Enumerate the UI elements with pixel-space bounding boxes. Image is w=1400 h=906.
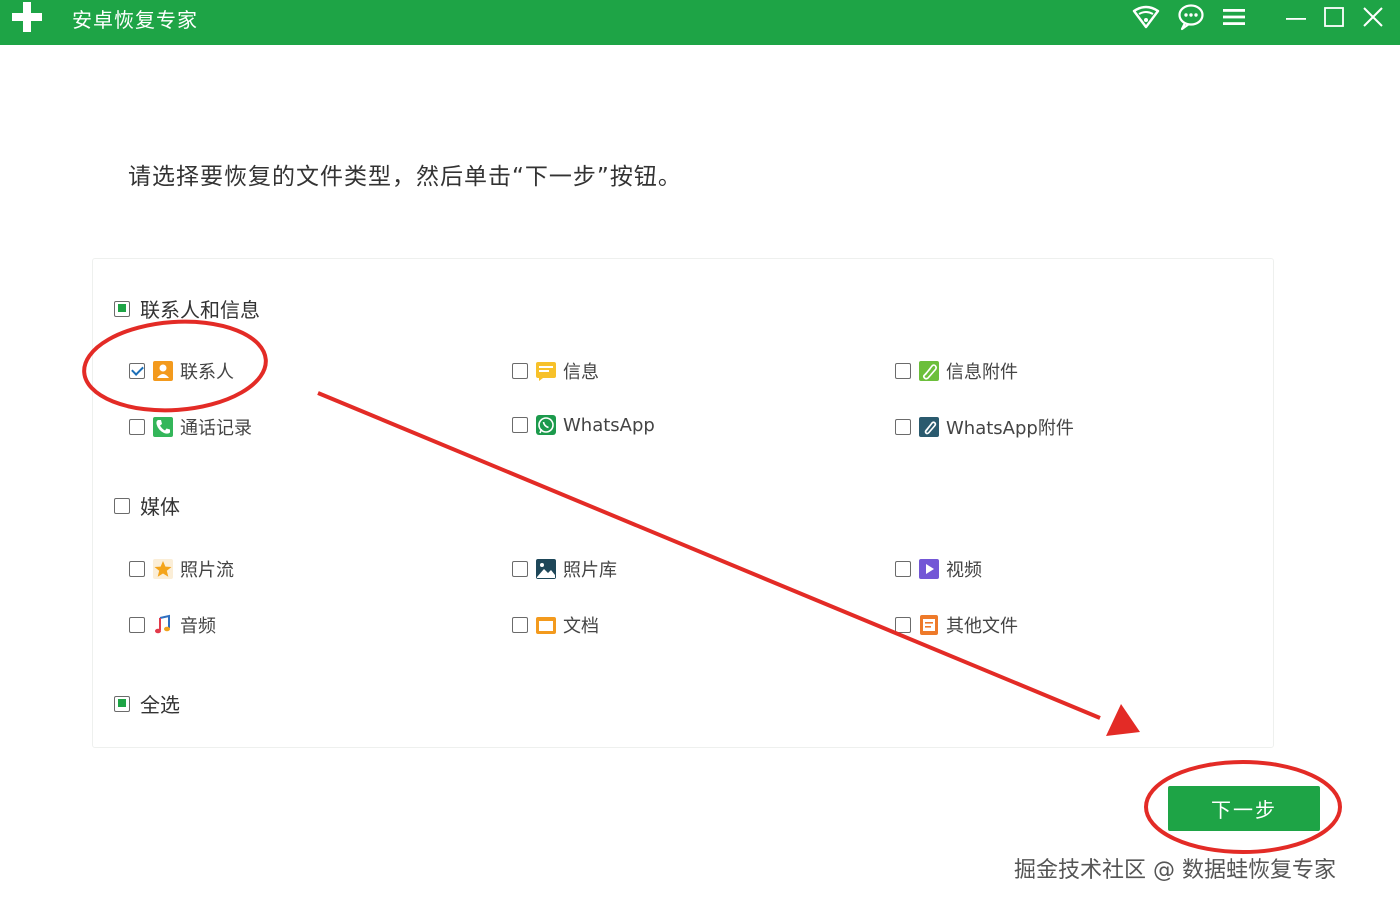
minimize-icon[interactable] [1282, 3, 1310, 31]
option-other-files[interactable]: 其他文件 [895, 612, 1018, 638]
section-label: 联系人和信息 [140, 298, 260, 322]
option-contacts[interactable]: 联系人 [129, 358, 234, 384]
window-title: 安卓恢复专家 [72, 8, 198, 32]
option-label: 照片库 [563, 560, 617, 581]
option-whatsapp[interactable]: WhatsApp [512, 414, 655, 436]
option-label: 信息附件 [946, 362, 1018, 383]
section-media[interactable]: 媒体 [114, 491, 180, 520]
phone-icon [153, 417, 173, 437]
select-all-checkbox[interactable] [114, 695, 130, 712]
select-all[interactable]: 全选 [114, 689, 180, 718]
attachment-icon [919, 361, 939, 381]
option-label: WhatsApp附件 [946, 418, 1074, 439]
maximize-icon[interactable] [1320, 3, 1348, 31]
option-label: 文档 [563, 616, 599, 637]
chat-icon[interactable] [1177, 3, 1205, 31]
audio-checkbox[interactable] [129, 617, 145, 633]
section-contacts-messages[interactable]: 联系人和信息 [114, 294, 260, 323]
option-label: 视频 [946, 560, 982, 581]
star-icon [153, 559, 173, 579]
whatsapp-attachment-icon [919, 417, 939, 437]
message-attachments-checkbox[interactable] [895, 363, 911, 379]
option-label: WhatsApp [563, 414, 655, 436]
instruction-text: 请选择要恢复的文件类型，然后单击“下一步”按钮。 [128, 164, 682, 190]
whatsapp-checkbox[interactable] [512, 417, 528, 433]
option-call-log[interactable]: 通话记录 [129, 414, 252, 440]
option-whatsapp-attachments[interactable]: WhatsApp附件 [895, 414, 1074, 440]
option-label: 通话记录 [180, 418, 252, 439]
option-photo-stream[interactable]: 照片流 [129, 556, 234, 582]
video-checkbox[interactable] [895, 561, 911, 577]
option-message-attachments[interactable]: 信息附件 [895, 358, 1018, 384]
section-media-checkbox[interactable] [114, 497, 130, 514]
file-icon [920, 615, 938, 635]
next-button[interactable]: 下一步 [1168, 786, 1320, 831]
option-messages[interactable]: 信息 [512, 358, 599, 384]
option-video[interactable]: 视频 [895, 556, 982, 582]
messages-checkbox[interactable] [512, 363, 528, 379]
section-contacts-messages-checkbox[interactable] [114, 300, 130, 317]
other-files-checkbox[interactable] [895, 617, 911, 633]
close-icon[interactable] [1359, 3, 1387, 31]
option-label: 联系人 [180, 362, 234, 383]
call-log-checkbox[interactable] [129, 419, 145, 435]
option-audio[interactable]: 音频 [129, 612, 216, 638]
photo-stream-checkbox[interactable] [129, 561, 145, 577]
whatsapp-icon [536, 415, 556, 435]
title-bar: 安卓恢复专家 [0, 0, 1400, 45]
option-photo-library[interactable]: 照片库 [512, 556, 617, 582]
menu-icon[interactable] [1220, 3, 1248, 31]
contacts-icon [153, 361, 173, 381]
option-label: 其他文件 [946, 616, 1018, 637]
message-icon [536, 362, 556, 381]
option-label: 信息 [563, 362, 599, 383]
option-label: 照片流 [180, 560, 234, 581]
contacts-checkbox[interactable] [129, 363, 145, 379]
wifi-icon[interactable] [1132, 3, 1160, 31]
watermark-text: 掘金技术社区 @ 数据蛙恢复专家 [1014, 858, 1336, 883]
documents-checkbox[interactable] [512, 617, 528, 633]
video-icon [919, 559, 939, 579]
option-documents[interactable]: 文档 [512, 612, 599, 638]
image-icon [536, 559, 556, 579]
music-icon [155, 614, 170, 634]
app-logo-icon [12, 2, 42, 32]
folder-icon [536, 617, 556, 634]
whatsapp-attachments-checkbox[interactable] [895, 419, 911, 435]
section-label: 媒体 [140, 495, 180, 519]
option-label: 音频 [180, 616, 216, 637]
photo-library-checkbox[interactable] [512, 561, 528, 577]
select-all-label: 全选 [140, 693, 180, 717]
file-type-panel [92, 258, 1274, 748]
